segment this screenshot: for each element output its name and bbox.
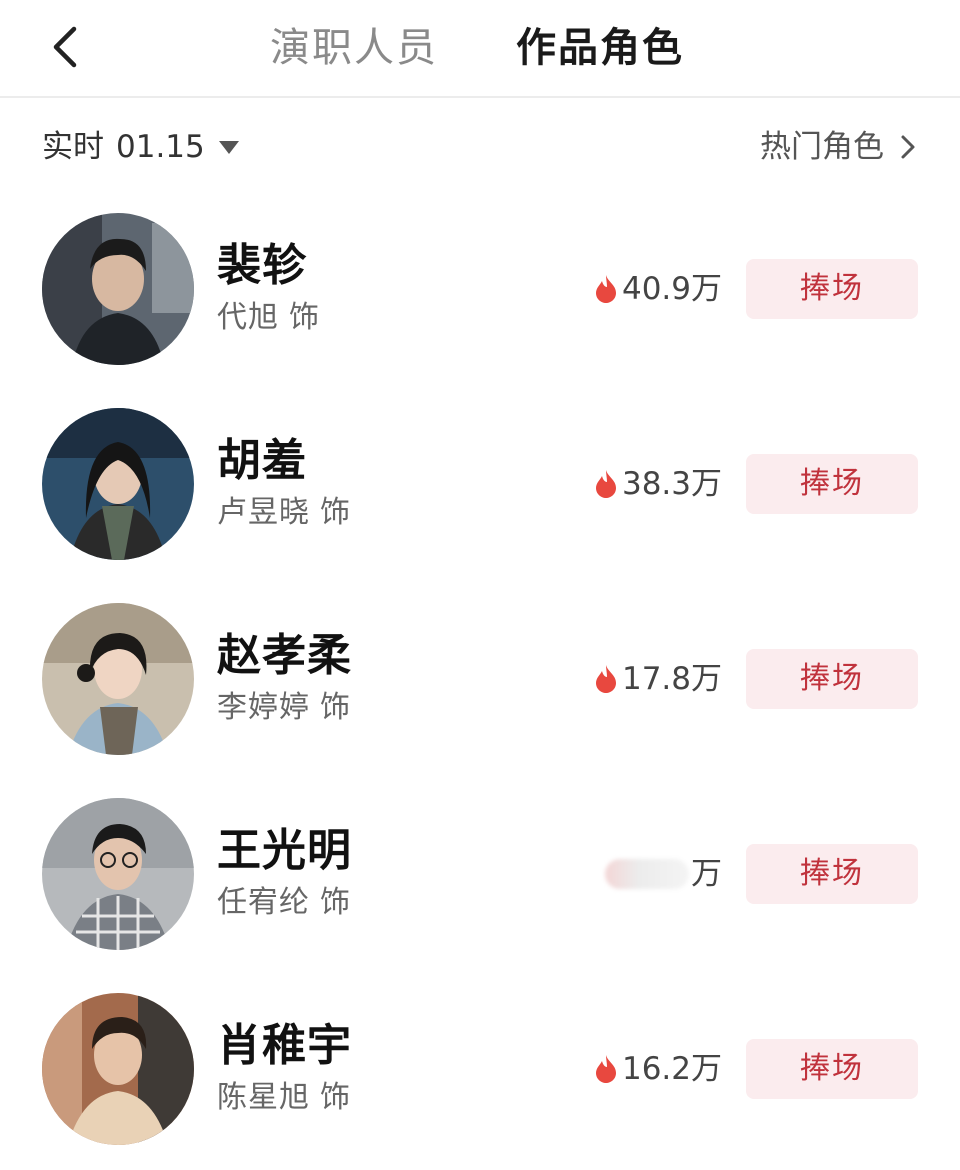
character-name: 王光明 xyxy=(217,825,352,876)
chevron-left-icon xyxy=(53,26,77,68)
character-name: 胡羞 xyxy=(217,435,307,486)
actor-name: 陈星旭 xyxy=(217,1080,310,1115)
heat-value: 万 xyxy=(691,856,722,892)
cheer-button[interactable]: 捧场 xyxy=(746,844,918,904)
tab-cast[interactable]: 演职人员 xyxy=(270,22,438,74)
actor-credit: 代旭饰 xyxy=(217,297,320,339)
credit-suffix: 饰 xyxy=(320,690,351,725)
character-name: 肖稚宇 xyxy=(217,1020,352,1071)
filter-row: 实时 01.15 热门角色 xyxy=(0,120,960,174)
tab-roles[interactable]: 作品角色 xyxy=(516,22,684,74)
actor-credit: 李婷婷饰 xyxy=(217,687,351,729)
time-filter-date: 01.15 xyxy=(116,129,205,165)
role-row[interactable]: 裴轸 代旭饰 40.9万 捧场 xyxy=(0,195,960,390)
avatar xyxy=(42,993,194,1145)
cheer-button[interactable]: 捧场 xyxy=(746,259,918,319)
role-row[interactable]: 王光明 任宥纶饰 万 捧场 xyxy=(0,780,960,975)
blurred-heat-value xyxy=(605,859,689,889)
actor-name: 卢昱晓 xyxy=(217,495,310,530)
actor-name: 李婷婷 xyxy=(217,690,310,725)
character-name: 赵孝柔 xyxy=(217,630,352,681)
actor-credit: 任宥纶饰 xyxy=(217,882,351,924)
actor-credit: 陈星旭饰 xyxy=(217,1077,351,1119)
caret-down-icon xyxy=(218,140,239,154)
avatar xyxy=(42,213,194,365)
cheer-button[interactable]: 捧场 xyxy=(746,649,918,709)
heat-value: 17.8万 xyxy=(621,661,722,697)
role-row[interactable]: 赵孝柔 李婷婷饰 17.8万 捧场 xyxy=(0,585,960,780)
heat-value: 38.3万 xyxy=(621,466,722,502)
hot-roles-label: 热门角色 xyxy=(760,129,884,165)
flame-icon xyxy=(595,665,616,693)
heat-value: 40.9万 xyxy=(621,271,722,307)
hot-roles-link[interactable]: 热门角色 xyxy=(760,120,916,174)
character-name: 裴轸 xyxy=(217,240,307,291)
heat-score: 万 xyxy=(605,852,722,896)
credit-suffix: 饰 xyxy=(320,885,351,920)
heat-value: 16.2万 xyxy=(621,1051,722,1087)
top-nav-bar: 演职人员 作品角色 xyxy=(0,0,960,98)
credit-suffix: 饰 xyxy=(289,300,320,335)
time-filter-label: 实时 xyxy=(42,129,104,165)
back-button[interactable] xyxy=(40,22,90,72)
time-filter-dropdown[interactable]: 实时 01.15 xyxy=(42,120,239,174)
credit-suffix: 饰 xyxy=(320,495,351,530)
chevron-right-icon xyxy=(901,135,915,159)
heat-score: 16.2万 xyxy=(594,1047,722,1091)
flame-icon xyxy=(595,1055,616,1083)
credit-suffix: 饰 xyxy=(320,1080,351,1115)
cheer-button[interactable]: 捧场 xyxy=(746,454,918,514)
role-row[interactable]: 肖稚宇 陈星旭饰 16.2万 捧场 xyxy=(0,975,960,1170)
actor-name: 代旭 xyxy=(217,300,279,335)
heat-score: 38.3万 xyxy=(594,462,722,506)
cheer-button[interactable]: 捧场 xyxy=(746,1039,918,1099)
actor-credit: 卢昱晓饰 xyxy=(217,492,351,534)
avatar xyxy=(42,603,194,755)
flame-icon xyxy=(595,470,616,498)
flame-icon xyxy=(595,275,616,303)
avatar xyxy=(42,798,194,950)
heat-score: 17.8万 xyxy=(594,657,722,701)
role-row[interactable]: 胡羞 卢昱晓饰 38.3万 捧场 xyxy=(0,390,960,585)
actor-name: 任宥纶 xyxy=(217,885,310,920)
avatar xyxy=(42,408,194,560)
heat-score: 40.9万 xyxy=(594,267,722,311)
role-list: 裴轸 代旭饰 40.9万 捧场 胡羞 卢昱晓饰 38.3万 捧场 赵孝柔 李婷婷… xyxy=(0,195,960,1170)
